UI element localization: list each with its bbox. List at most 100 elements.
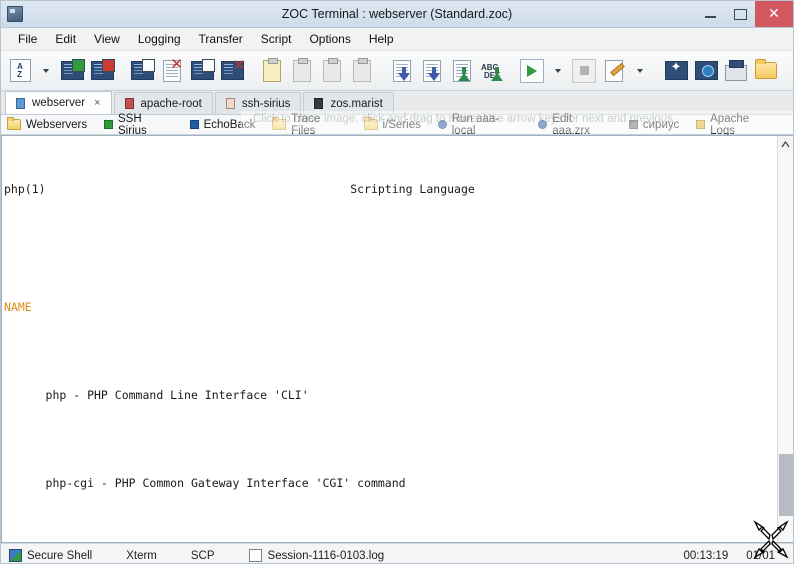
minimize-button[interactable]	[695, 1, 725, 27]
paste-icon	[263, 60, 281, 82]
play-badge-icon	[72, 59, 85, 72]
run-script-button[interactable]	[517, 56, 547, 86]
menu-edit[interactable]: Edit	[46, 30, 85, 48]
run-script-dropdown-button[interactable]	[547, 56, 569, 86]
logging-checkbox[interactable]	[249, 549, 262, 562]
tab-zos-marist[interactable]: zos.marist	[303, 92, 393, 114]
tab-apache-root[interactable]: apache-root	[114, 92, 213, 114]
print-clipboard-icon	[353, 60, 371, 82]
arrow-down-icon	[428, 73, 440, 81]
bookmark-webservers[interactable]: Webservers	[7, 119, 87, 131]
bookmark-run-aaa-local[interactable]: Run aaa-local	[438, 113, 522, 137]
copy-clipboard-button[interactable]	[287, 56, 317, 86]
web-session-button[interactable]	[691, 56, 721, 86]
bookmark-label: Webservers	[26, 119, 87, 131]
disconnect-button[interactable]	[87, 56, 117, 86]
name-text: php - PHP Command Line Interface 'CLI'	[46, 388, 309, 402]
bookmark-i-series[interactable]: i/Series	[364, 119, 421, 131]
tab-close-icon[interactable]: ×	[94, 97, 100, 109]
terminal-screen[interactable]: php(1) Scripting Language php(1) NAME ph…	[2, 136, 777, 542]
status-transfer-protocol[interactable]: SCP	[191, 550, 215, 562]
tab-webserver[interactable]: webserver ×	[5, 91, 112, 114]
new-window-button[interactable]	[661, 56, 691, 86]
menu-script[interactable]: Script	[252, 30, 301, 48]
stop-script-button[interactable]	[569, 56, 599, 86]
tab-status-icon	[314, 98, 323, 109]
menu-help[interactable]: Help	[360, 30, 403, 48]
session-properties-button[interactable]	[187, 56, 217, 86]
connect-icon	[61, 61, 84, 80]
copy-icon	[293, 60, 311, 82]
scrollbar-thumb[interactable]	[779, 454, 793, 516]
chevron-down-icon	[43, 69, 49, 73]
status-logfile[interactable]: Session-1116-0103.log	[249, 549, 385, 562]
bookmark-ssh-sirius[interactable]: SSH Sirius	[104, 113, 172, 137]
tab-ssh-sirius[interactable]: ssh-sirius	[215, 92, 302, 114]
print-screen-button[interactable]	[721, 56, 751, 86]
paste-clipboard-button[interactable]	[257, 56, 287, 86]
send-file-button[interactable]	[447, 56, 477, 86]
toolbar-group-transfer: ABCDEF	[387, 56, 507, 86]
status-emulation[interactable]: Xterm	[126, 550, 157, 562]
stop-icon	[580, 66, 589, 75]
menu-file[interactable]: File	[9, 30, 46, 48]
send-text-button[interactable]: ABCDEF	[477, 56, 507, 86]
square-icon	[190, 120, 199, 129]
name-text: php-cgi - PHP Common Gateway Interface '…	[46, 476, 406, 490]
tab-status-icon	[125, 98, 134, 109]
scroll-up-button[interactable]	[778, 136, 793, 152]
globe-icon	[695, 61, 718, 80]
maximize-icon	[734, 9, 747, 20]
menu-logging[interactable]: Logging	[129, 30, 190, 48]
bookmark-trace-files[interactable]: Trace Files	[272, 113, 346, 137]
folder-icon	[755, 62, 777, 79]
terminal-scrollbar[interactable]	[777, 136, 793, 542]
print-clipboard-button[interactable]	[347, 56, 377, 86]
close-session-button[interactable]: ✕	[157, 56, 187, 86]
maximize-button[interactable]	[725, 1, 755, 27]
receive-file-button[interactable]	[417, 56, 447, 86]
delete-session-icon: ✕	[221, 61, 244, 80]
menu-view[interactable]: View	[85, 30, 129, 48]
delete-x-icon: ✕	[233, 60, 246, 70]
blank-line	[4, 241, 777, 256]
title-bar: ZOC Terminal : webserver (Standard.zoc) …	[1, 1, 793, 28]
bookmark-label: Run aaa-local	[452, 113, 522, 137]
menu-transfer[interactable]: Transfer	[190, 30, 252, 48]
edit-script-button[interactable]	[599, 56, 629, 86]
dropdown-arrow-button[interactable]	[35, 56, 57, 86]
session-properties-icon	[191, 61, 214, 80]
delete-session-button[interactable]: ✕	[217, 56, 247, 86]
arrow-up-icon	[458, 73, 470, 81]
doc-lines	[396, 64, 408, 65]
bookmark-edit-aaa-zrx[interactable]: Edit aaa.zrx	[538, 113, 611, 137]
download-button[interactable]	[387, 56, 417, 86]
folder-icon	[7, 119, 21, 130]
status-secure-shell[interactable]: Secure Shell	[9, 549, 92, 562]
edit-clipboard-icon	[323, 60, 341, 82]
status-logfile-label: Session-1116-0103.log	[268, 550, 385, 562]
bookmark-apache-logs[interactable]: Apache Logs	[696, 113, 776, 137]
section-name-heading: NAME	[4, 300, 777, 315]
edit-clipboard-button[interactable]	[317, 56, 347, 86]
tab-label: zos.marist	[330, 98, 382, 110]
bookmark-sirius[interactable]: сириус	[629, 119, 679, 131]
session-back-button[interactable]	[127, 56, 157, 86]
tab-label: apache-root	[141, 98, 202, 110]
bookmark-label: сириус	[643, 119, 679, 131]
folder-icon	[364, 119, 378, 130]
toolbar-group-session: AZ	[5, 56, 117, 86]
connect-button[interactable]	[57, 56, 87, 86]
close-button[interactable]: ✕	[755, 1, 793, 27]
edit-script-dropdown-button[interactable]	[629, 56, 651, 86]
sort-az-button[interactable]: AZ	[5, 56, 35, 86]
bookmark-label: EchoBack	[204, 119, 256, 131]
circle-icon	[538, 120, 547, 129]
open-folder-button[interactable]	[751, 56, 781, 86]
bookmark-echoback[interactable]: EchoBack	[190, 119, 256, 131]
tab-label: ssh-sirius	[242, 98, 291, 110]
window-controls: ✕	[695, 1, 793, 27]
stop-badge-icon	[102, 59, 115, 72]
chevron-down-icon	[555, 69, 561, 73]
menu-options[interactable]: Options	[300, 30, 359, 48]
